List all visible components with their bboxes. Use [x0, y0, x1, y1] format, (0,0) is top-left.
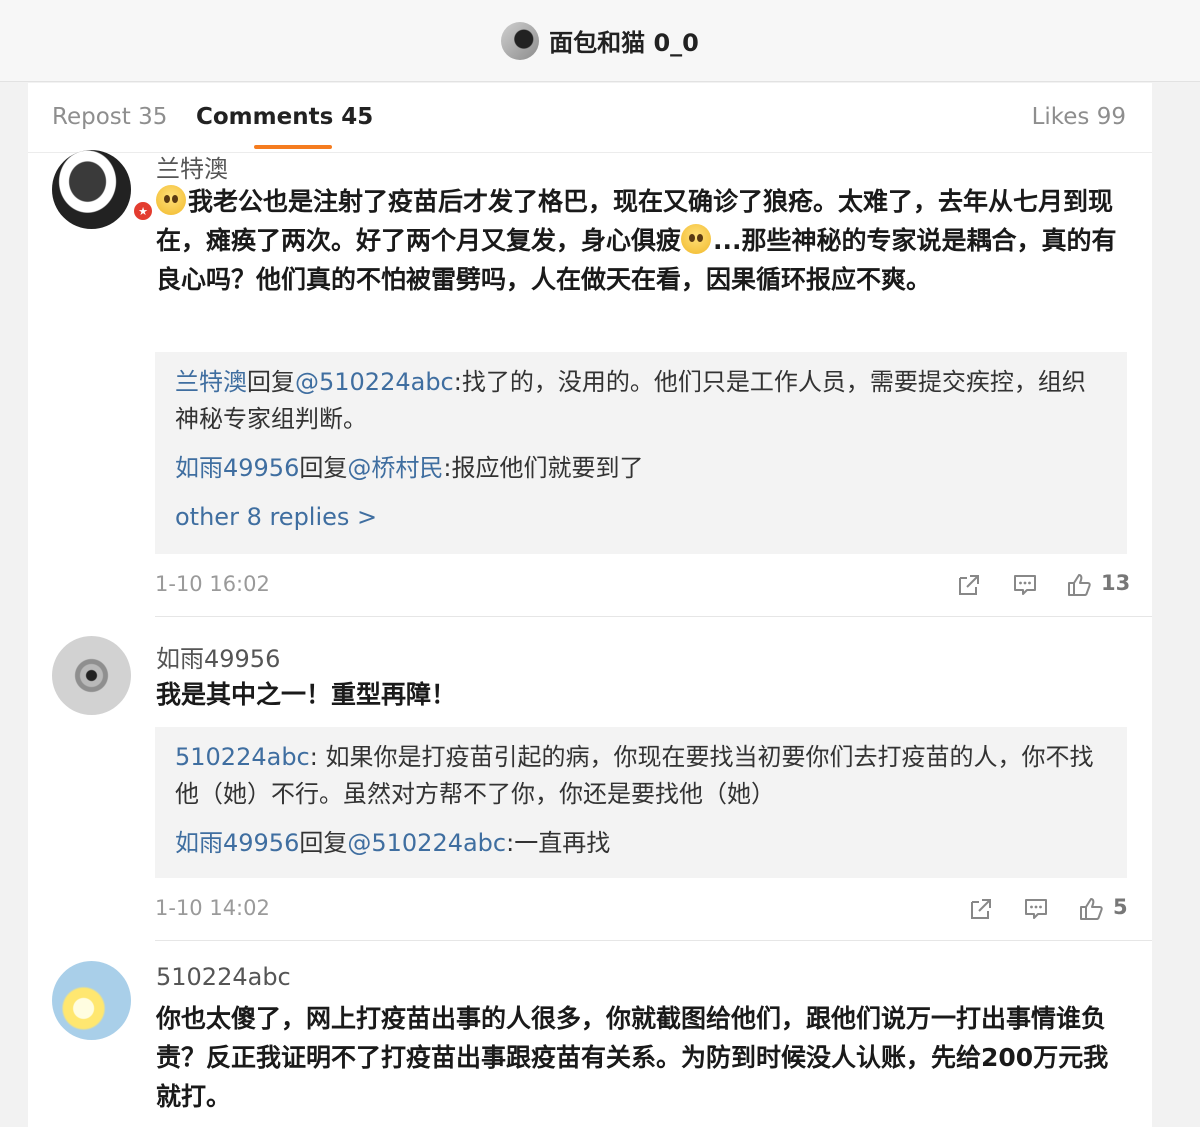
reply-box: 510224abc: 如果你是打疫苗引起的病，你现在要找当初要你们去打疫苗的人，…	[155, 727, 1127, 878]
comment-time: 1-10 14:02	[155, 896, 270, 920]
reply-author[interactable]: 兰特澳	[175, 368, 247, 396]
active-tab-indicator	[254, 145, 332, 149]
comments-panel: Repost 35 Comments 45 Likes 99 ★ 兰特澳 我老公…	[28, 83, 1152, 1127]
comment-time: 1-10 16:02	[155, 572, 270, 596]
comment-author[interactable]: 如雨49956	[156, 639, 280, 674]
reply-author[interactable]: 如雨49956	[175, 454, 299, 482]
pensive-emoji-icon	[681, 224, 712, 254]
tab-bar: Repost 35 Comments 45 Likes 99	[28, 83, 1152, 153]
tab-likes[interactable]: Likes 99	[1032, 104, 1126, 130]
divider	[155, 940, 1152, 941]
reply-author[interactable]: 510224abc	[175, 743, 310, 771]
tab-comments[interactable]: Comments 45	[196, 104, 373, 130]
reply-item: 如雨49956回复@桥村民:报应他们就要到了	[175, 454, 644, 482]
reply-box: 兰特澳回复@510224abc:找了的，没用的。他们只是工作人员，需要提交疾控，…	[155, 352, 1127, 554]
comment-meta: 1-10 14:02 5	[155, 893, 1128, 927]
comment-text: 我是其中之一！重型再障！	[156, 680, 457, 709]
pensive-emoji-icon	[156, 185, 186, 215]
top-bar: 面包和猫 0_0	[0, 0, 1200, 82]
comment-meta: 1-10 16:02 13	[155, 569, 1131, 603]
reply-mention[interactable]: @510224abc	[347, 829, 506, 857]
tab-repost[interactable]: Repost 35	[52, 104, 167, 130]
comment-icon[interactable]	[1023, 896, 1049, 922]
like-count: 5	[1113, 895, 1128, 919]
reply-author[interactable]: 如雨49956	[175, 829, 299, 857]
page-title: 面包和猫 0_0	[549, 29, 699, 57]
comment-author[interactable]: 兰特澳	[156, 149, 228, 184]
author-avatar[interactable]	[501, 21, 540, 60]
avatar[interactable]	[52, 961, 131, 1040]
comment-author[interactable]: 510224abc	[156, 963, 291, 991]
share-icon[interactable]	[968, 896, 994, 922]
reply-item: 如雨49956回复@510224abc:一直再找	[175, 829, 611, 857]
verified-badge-icon: ★	[132, 200, 154, 222]
like-count: 13	[1101, 571, 1131, 595]
avatar[interactable]	[52, 150, 131, 229]
share-icon[interactable]	[956, 572, 982, 598]
comment-icon[interactable]	[1012, 572, 1038, 598]
reply-item: 510224abc: 如果你是打疫苗引起的病，你现在要找当初要你们去打疫苗的人，…	[175, 743, 1094, 808]
thumbs-up-icon[interactable]	[1078, 896, 1104, 922]
comment-text: 你也太傻了，网上打疫苗出事的人很多，你就截图给他们，跟他们说万一打出事情谁负责？…	[156, 1004, 1109, 1111]
thumbs-up-icon[interactable]	[1066, 572, 1092, 598]
more-replies-link[interactable]: other 8 replies >	[175, 499, 1107, 536]
comment-text: 我老公也是注射了疫苗后才发了格巴，现在又确诊了狼疮。太难了，去年从七月到现在，瘫…	[156, 185, 1117, 294]
reply-mention[interactable]: @桥村民	[347, 454, 443, 482]
reply-item: 兰特澳回复@510224abc:找了的，没用的。他们只是工作人员，需要提交疾控，…	[175, 368, 1086, 433]
avatar[interactable]	[52, 636, 131, 715]
divider	[155, 616, 1152, 617]
reply-mention[interactable]: @510224abc	[295, 368, 454, 396]
